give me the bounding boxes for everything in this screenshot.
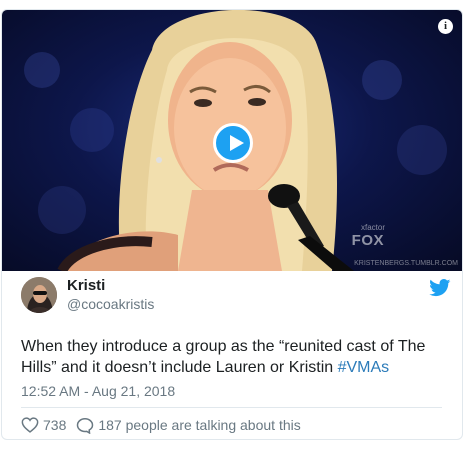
tweet-embed-card: i xfactor FOX KRISTENBERGS.TUMBLR.COM Kr… bbox=[1, 9, 463, 440]
play-button[interactable] bbox=[213, 123, 253, 163]
video-watermark: KRISTENBERGS.TUMBLR.COM bbox=[354, 260, 458, 267]
like-action[interactable]: 738 bbox=[21, 417, 66, 433]
talking-about-text: 187 people are talking about this bbox=[98, 417, 301, 433]
tweet-text: When they introduce a group as the “reun… bbox=[21, 336, 441, 378]
like-count: 738 bbox=[43, 417, 67, 433]
author-display-name[interactable]: Kristi bbox=[67, 277, 105, 294]
show-logo-mark: xfactor bbox=[360, 223, 385, 232]
hashtag-link[interactable]: #VMAs bbox=[338, 359, 390, 376]
twitter-bird-icon[interactable] bbox=[429, 279, 451, 297]
tweet-timestamp[interactable]: 12:52 AM - Aug 21, 2018 bbox=[21, 383, 175, 399]
info-icon[interactable]: i bbox=[438, 19, 453, 34]
reply-action[interactable]: 187 people are talking about this bbox=[76, 417, 301, 434]
tweet-video-media[interactable]: i xfactor FOX KRISTENBERGS.TUMBLR.COM bbox=[2, 10, 462, 271]
tweet-actions: 738 187 people are talking about this bbox=[21, 415, 311, 435]
avatar[interactable] bbox=[21, 277, 57, 313]
avatar-image bbox=[21, 277, 57, 313]
channel-logo: FOX bbox=[351, 232, 384, 249]
heart-icon bbox=[21, 417, 39, 433]
author-handle[interactable]: @cocoakristis bbox=[67, 296, 154, 312]
reply-bubble-icon bbox=[77, 417, 94, 434]
tweet-author-header: Kristi @cocoakristis bbox=[21, 277, 451, 313]
divider bbox=[21, 407, 442, 408]
